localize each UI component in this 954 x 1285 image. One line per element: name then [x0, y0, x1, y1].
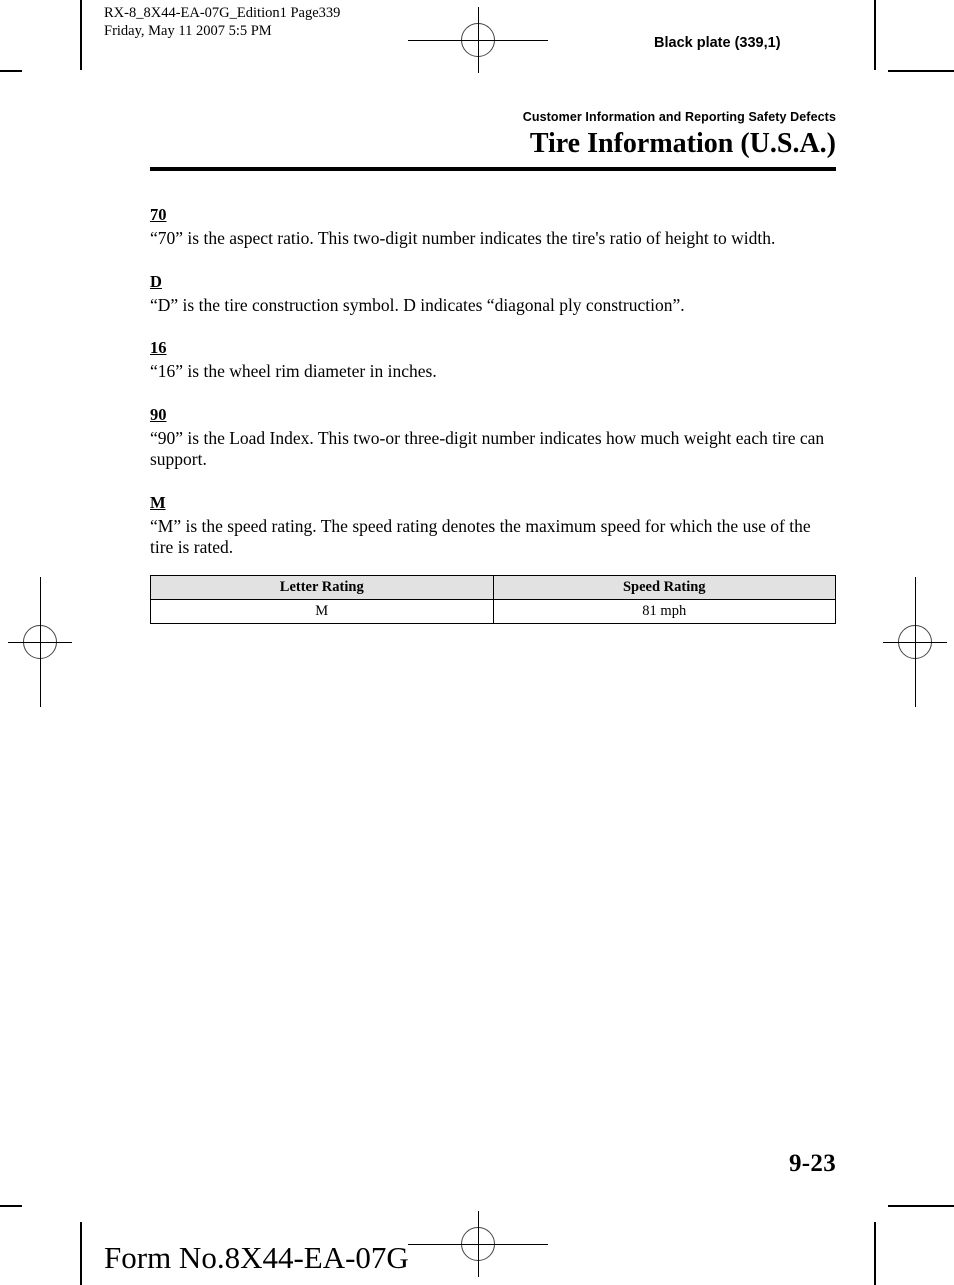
registration-horizontal-bar [408, 40, 548, 41]
crop-mark-bottom-left-horizontal [0, 1205, 22, 1207]
registration-horizontal-bar [883, 642, 947, 643]
table-row: M 81 mph [150, 598, 836, 624]
crop-mark-bottom-right-vertical [874, 1222, 876, 1285]
crop-mark-bottom-left-vertical [80, 1222, 82, 1285]
definition-block-d: D “D” is the tire construction symbol. D… [150, 272, 836, 317]
crop-mark-top-right-horizontal [888, 70, 954, 72]
speed-rating-table: Letter Rating Speed Rating M 81 mph [150, 574, 836, 624]
print-job-slug: RX-8_8X44-EA-07G_Edition1 Page339 Friday… [104, 5, 340, 40]
registration-horizontal-bar [408, 1244, 548, 1245]
definition-term: 16 [150, 338, 167, 357]
definition-term: D [150, 271, 162, 291]
definition-term: 70 [150, 205, 167, 224]
print-job-line-2: Friday, May 11 2007 5:5 PM [104, 22, 272, 39]
definition-block-70: 70 “70” is the aspect ratio. This two-di… [150, 205, 836, 250]
column-header-letter-rating: Letter Rating [150, 574, 494, 600]
definition-text: “90” is the Load Index. This two-or thre… [150, 427, 825, 470]
cell-speed-rating: 81 mph [492, 598, 836, 624]
table-header-row: Letter Rating Speed Rating [150, 574, 836, 600]
cell-letter-rating: M [150, 598, 494, 624]
definition-text: “16” is the wheel rim diameter in inches… [150, 361, 437, 381]
chapter-eyebrow: Customer Information and Reporting Safet… [522, 110, 836, 124]
page-title: Tire Information (U.S.A.) [529, 128, 836, 159]
crop-mark-top-left-vertical [80, 0, 82, 70]
plate-label: Black plate (339,1) [654, 35, 781, 51]
body-content: 70 “70” is the aspect ratio. This two-di… [150, 205, 836, 624]
definition-text: “D” is the tire construction symbol. D i… [150, 294, 685, 315]
definition-block-16: 16 “16” is the wheel rim diameter in inc… [150, 338, 836, 383]
title-divider [150, 167, 836, 171]
definition-text: “M” is the speed rating. The speed ratin… [150, 515, 811, 558]
definition-text: “70” is the aspect ratio. This two-digit… [150, 228, 776, 248]
page-number: 9-23 [788, 1150, 836, 1177]
definition-block-90: 90 “90” is the Load Index. This two-or t… [150, 405, 836, 471]
form-number: Form No.8X44-EA-07G [104, 1240, 409, 1275]
page-content: Customer Information and Reporting Safet… [150, 110, 836, 624]
print-job-line-1: RX-8_8X44-EA-07G_Edition1 Page339 [104, 5, 341, 21]
definition-term: 90 [150, 404, 167, 424]
page-root: { "print_marks": { "registration_icon": … [0, 0, 954, 1285]
crop-mark-top-right-vertical [874, 0, 876, 70]
definition-term: M [150, 492, 166, 512]
registration-horizontal-bar [8, 642, 72, 643]
column-header-speed-rating: Speed Rating [492, 574, 836, 600]
crop-mark-top-left-horizontal [0, 70, 22, 72]
definition-block-m: M “M” is the speed rating. The speed rat… [150, 493, 836, 559]
crop-mark-bottom-right-horizontal [888, 1205, 954, 1207]
